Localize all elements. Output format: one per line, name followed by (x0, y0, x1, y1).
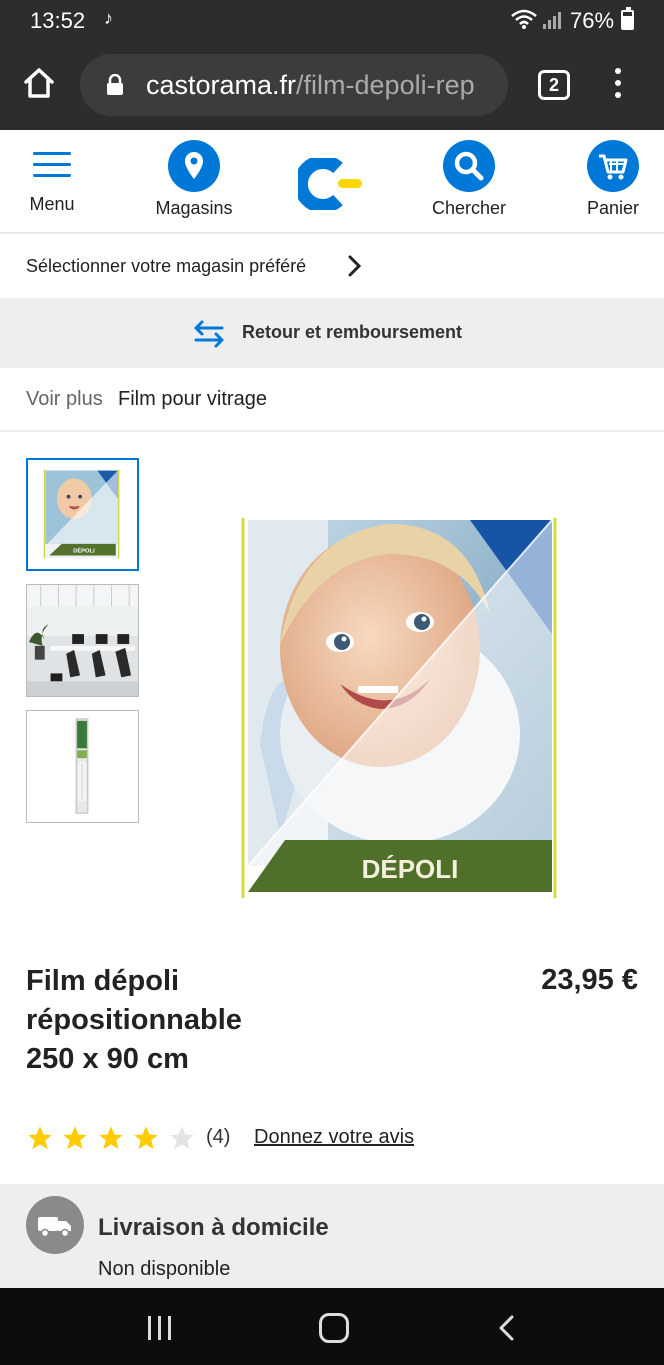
menu-button[interactable]: Menu (20, 140, 84, 215)
product-price: 23,95 € (541, 964, 638, 996)
url-path: /film-depoli-rep (296, 70, 475, 100)
review-link[interactable]: Donnez votre avis (254, 1126, 414, 1149)
lock-icon (107, 74, 123, 95)
location-pin-icon (168, 140, 220, 192)
product-title-line2: répositionnable (26, 1004, 242, 1036)
star-empty-icon (170, 1126, 194, 1150)
return-banner[interactable]: Retour et remboursement (0, 298, 664, 368)
review-count: (4) (206, 1126, 231, 1148)
nav-home-icon[interactable] (319, 1313, 349, 1343)
home-icon[interactable] (22, 66, 56, 100)
chercher-label: Chercher (431, 198, 507, 218)
signal-icon (543, 12, 561, 29)
url-domain: castorama.fr (146, 70, 297, 100)
panier-label: Panier (586, 198, 640, 218)
magasins-label: Magasins (155, 198, 233, 218)
browser-toolbar: castorama.fr/film-depoli-rep 2 (0, 42, 664, 130)
product-thumbnail-image: DÉPOLI (43, 469, 120, 559)
castorama-logo[interactable] (298, 158, 366, 210)
star-filled-icon (28, 1126, 52, 1150)
magasins-button[interactable]: Magasins (148, 140, 240, 219)
product-title-line3: 250 x 90 cm (26, 1043, 189, 1075)
back-icon[interactable] (496, 1314, 518, 1342)
tiktok-icon: ♪ (104, 8, 113, 28)
recent-apps-icon[interactable] (146, 1316, 174, 1340)
star-filled-icon (63, 1126, 87, 1150)
product-main-image[interactable]: DÉPOLI (240, 514, 558, 898)
hamburger-icon (33, 140, 71, 192)
android-nav-bar (0, 1288, 664, 1365)
cart-icon (587, 140, 639, 192)
breadcrumb: Voir plus Film pour vitrage (0, 368, 664, 432)
return-banner-label: Retour et remboursement (242, 322, 463, 342)
product-title-line1: Film dépoli (26, 965, 180, 997)
thumb-badge-text: DÉPOLI (73, 547, 95, 555)
delivery-status: Non disponible (98, 1258, 231, 1280)
star-filled-icon (99, 1126, 123, 1150)
panier-button[interactable]: Panier (578, 140, 648, 219)
chevron-right-icon (348, 255, 362, 277)
address-bar[interactable]: castorama.fr/film-depoli-rep (80, 54, 508, 116)
url-text[interactable]: castorama.fr/film-depoli-rep (146, 70, 475, 101)
battery-icon (621, 7, 634, 30)
main-badge-text: DÉPOLI (362, 854, 459, 884)
breadcrumb-prefix: Voir plus (26, 388, 103, 410)
more-options-icon[interactable] (612, 68, 624, 104)
product-thumbnail-2[interactable] (26, 584, 139, 697)
breadcrumb-link[interactable]: Film pour vitrage (118, 388, 267, 411)
menu-label: Menu (29, 194, 75, 214)
roll-packaging-image (27, 711, 138, 822)
store-selector[interactable]: Sélectionner votre magasin préféré (0, 234, 664, 298)
chercher-button[interactable]: Chercher (420, 140, 518, 219)
truck-icon (26, 1196, 84, 1254)
exchange-arrows-icon (194, 320, 224, 348)
wifi-icon (511, 9, 537, 29)
store-selector-label: Sélectionner votre magasin préféré (26, 256, 307, 276)
delivery-panel: Livraison à domicile Non disponible (0, 1184, 664, 1288)
search-icon (443, 140, 495, 192)
product-thumbnail-3[interactable] (26, 710, 139, 823)
status-bar: 13:52 ♪ 76% (0, 0, 664, 42)
delivery-title: Livraison à domicile (98, 1214, 329, 1241)
star-filled-icon (134, 1126, 158, 1150)
office-photo-image (27, 585, 138, 696)
battery-percent: 76% (570, 8, 615, 33)
site-header: Menu Magasins Chercher Panier (0, 130, 664, 234)
tab-switcher-button[interactable]: 2 (538, 70, 570, 100)
product-title: Film dépoli répositionnable 250 x 90 cm (26, 962, 326, 1079)
product-thumbnail-1[interactable]: DÉPOLI (26, 458, 139, 571)
status-time: 13:52 (30, 8, 86, 33)
